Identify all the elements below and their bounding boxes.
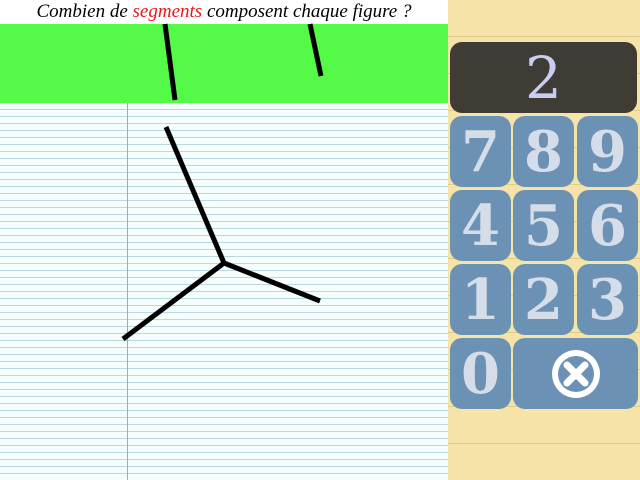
key-3[interactable]: 3 <box>577 264 638 335</box>
key-2[interactable]: 2 <box>513 264 574 335</box>
key-7[interactable]: 7 <box>450 116 511 187</box>
key-1[interactable]: 1 <box>450 264 511 335</box>
answer-display: 2 <box>450 42 637 113</box>
figure-1-segment <box>162 23 178 101</box>
figure-3-segment-c <box>223 260 321 304</box>
key-9[interactable]: 9 <box>577 116 638 187</box>
key-6[interactable]: 6 <box>577 190 638 261</box>
close-circle-icon <box>551 349 600 398</box>
clear-button[interactable] <box>513 338 638 409</box>
figures-svg <box>121 23 324 341</box>
key-5[interactable]: 5 <box>513 190 574 261</box>
key-4[interactable]: 4 <box>450 190 511 261</box>
key-8[interactable]: 8 <box>513 116 574 187</box>
figure-2-segment <box>307 23 324 77</box>
figure-3-segment-b <box>121 261 226 341</box>
key-0[interactable]: 0 <box>450 338 511 409</box>
drawing-area: Combien de segments composent chaque fig… <box>0 0 448 480</box>
figure-3-segment-a <box>163 126 227 264</box>
